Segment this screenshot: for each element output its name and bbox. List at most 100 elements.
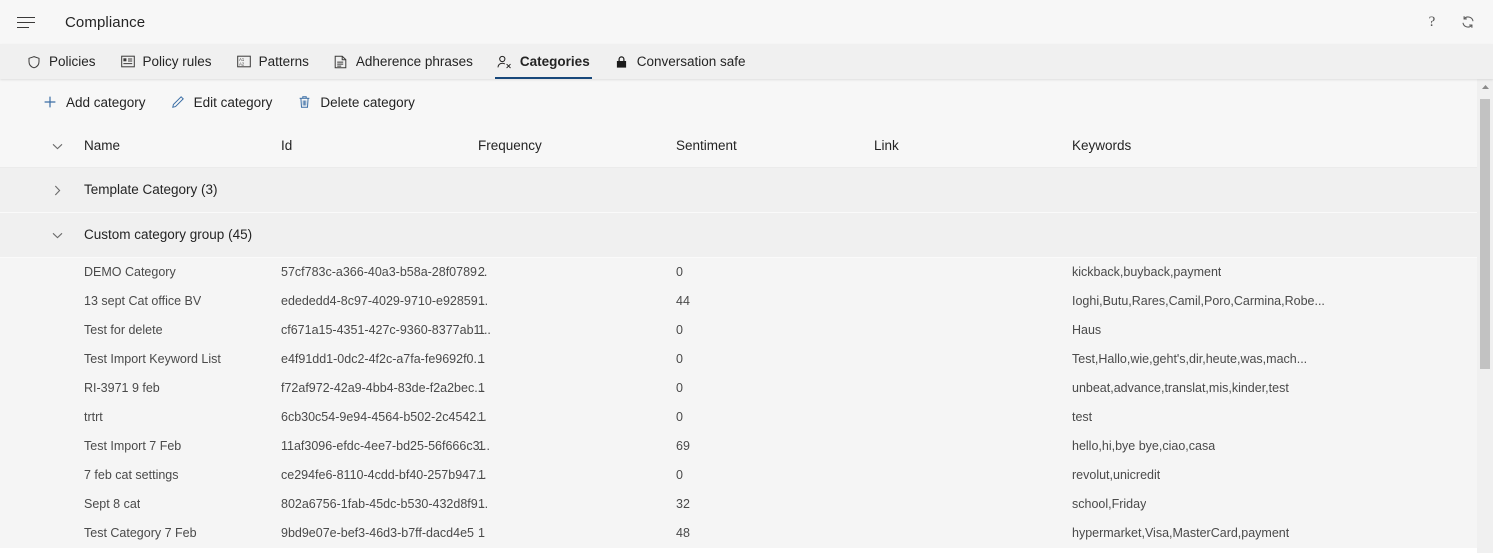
cell-name: RI-3971 9 feb xyxy=(84,381,160,395)
tab-policy-rules[interactable]: Policy rules xyxy=(108,44,224,79)
pencil-icon xyxy=(170,94,186,110)
table-row[interactable]: RI-3971 9 feb f72af972-42a9-4bb4-83de-f2a… xyxy=(0,374,1493,403)
table-row[interactable]: 7 feb cat settings ce294fe6-8110-4cdd-bf4… xyxy=(0,461,1493,490)
add-category-button[interactable]: Add category xyxy=(32,87,156,117)
help-icon[interactable]: ? xyxy=(1421,11,1443,33)
refresh-icon[interactable] xyxy=(1457,11,1479,33)
cell-frequency: 1 xyxy=(478,439,485,453)
cell-name: Test Import 7 Feb xyxy=(84,439,182,453)
page-title: Compliance xyxy=(65,13,146,31)
cell-frequency: 1 xyxy=(478,526,485,540)
cell-frequency: 1 xyxy=(478,468,485,482)
cell-keywords: unbeat,advance,translat,mis,kinder,test xyxy=(1072,381,1289,395)
svg-text:A2: A2 xyxy=(239,62,245,67)
cell-name: DEMO Category xyxy=(84,265,176,279)
cell-id: edededd4-8c97-4029-9710-e92859... xyxy=(281,294,489,308)
edit-category-label: Edit category xyxy=(193,94,273,110)
scrollbar-thumb[interactable] xyxy=(1480,99,1490,369)
add-category-label: Add category xyxy=(66,94,146,110)
hamburger-line xyxy=(17,21,35,23)
cell-sentiment: 0 xyxy=(676,265,683,279)
vertical-scrollbar[interactable] xyxy=(1477,79,1493,553)
cell-frequency: 1 xyxy=(478,497,485,511)
cell-sentiment: 44 xyxy=(676,294,690,308)
column-header-link[interactable]: Link xyxy=(874,125,899,167)
cell-keywords: Test,Hallo,wie,geht's,dir,heute,was,mach… xyxy=(1072,352,1308,366)
cell-name: 7 feb cat settings xyxy=(84,468,179,482)
table-row[interactable]: Test for delete cf671a15-4351-427c-9360-8… xyxy=(0,316,1493,345)
shield-icon xyxy=(26,54,42,70)
table-row[interactable]: Sept 8 cat 802a6756-1fab-45dc-b530-432d8f… xyxy=(0,490,1493,519)
cell-frequency: 1 xyxy=(478,410,485,424)
cell-frequency: 1 xyxy=(478,352,485,366)
cell-id: e4f91dd1-0dc2-4f2c-a7fa-fe9692f0... xyxy=(281,352,484,366)
tab-categories[interactable]: Categories xyxy=(485,44,602,79)
cell-sentiment: 0 xyxy=(676,352,683,366)
cell-name: trtrt xyxy=(84,410,103,424)
cell-sentiment: 0 xyxy=(676,381,683,395)
tab-patterns[interactable]: A1 A2 Patterns xyxy=(224,44,321,79)
cell-sentiment: 69 xyxy=(676,439,690,453)
table-header-row: Name Id Frequency Sentiment Link Keyword… xyxy=(0,125,1493,168)
cell-id: f72af972-42a9-4bb4-83de-f2a2bec... xyxy=(281,381,485,395)
cell-frequency: 1 xyxy=(478,323,485,337)
table-row[interactable]: Test Import Keyword List e4f91dd1-0dc2-4f… xyxy=(0,345,1493,374)
cell-sentiment: 0 xyxy=(676,468,683,482)
column-header-name[interactable]: Name xyxy=(84,125,120,167)
hamburger-line xyxy=(17,16,35,18)
cell-keywords: school,Friday xyxy=(1072,497,1147,511)
cell-id: 57cf783c-a366-40a3-b58a-28f0789... xyxy=(281,265,488,279)
cell-name: 13 sept Cat office BV xyxy=(84,294,202,308)
cell-id: 9bd9e07e-bef3-46d3-b7ff-dacd4e5 xyxy=(281,526,474,540)
trash-icon xyxy=(296,94,312,110)
column-header-frequency[interactable]: Frequency xyxy=(478,125,542,167)
group-row-template-category[interactable]: Template Category (3) xyxy=(0,168,1493,213)
chevron-down-icon[interactable] xyxy=(48,213,66,257)
cell-keywords: hello,hi,bye bye,ciao,casa xyxy=(1072,439,1216,453)
tab-label: Policy rules xyxy=(142,54,212,69)
tab-label: Conversation safe xyxy=(636,54,746,69)
hamburger-icon[interactable] xyxy=(17,12,37,32)
table-row[interactable]: Test Import 7 Feb 11af3096-efdc-4ee7-bd25… xyxy=(0,432,1493,461)
header-actions: ? xyxy=(1421,0,1479,44)
column-header-sentiment[interactable]: Sentiment xyxy=(676,125,737,167)
cell-name: Sept 8 cat xyxy=(84,497,141,511)
command-bar: Add category Edit category Delete catego… xyxy=(0,79,1493,125)
table-row[interactable]: Test Category 7 Feb 9bd9e07e-bef3-46d3-b7… xyxy=(0,519,1493,548)
chevron-down-icon[interactable] xyxy=(48,125,66,167)
hamburger-line xyxy=(17,26,29,28)
cell-name: Test for delete xyxy=(84,323,163,337)
table-row[interactable]: DEMO Category 57cf783c-a366-40a3-b58a-28f… xyxy=(0,258,1493,287)
cell-keywords: Haus xyxy=(1072,323,1102,337)
list-card-icon xyxy=(120,54,136,70)
edit-category-button[interactable]: Edit category xyxy=(160,87,283,117)
cell-sentiment: 48 xyxy=(676,526,690,540)
table-row[interactable]: 13 sept Cat office BV edededd4-8c97-4029-… xyxy=(0,287,1493,316)
tab-label: Policies xyxy=(49,54,96,69)
tab-adherence-phrases[interactable]: Adherence phrases xyxy=(321,44,485,79)
caret-up-icon[interactable] xyxy=(1477,79,1493,95)
chevron-right-icon[interactable] xyxy=(48,168,66,212)
column-header-id[interactable]: Id xyxy=(281,125,292,167)
delete-category-button[interactable]: Delete category xyxy=(286,87,425,117)
app-header: Compliance ? xyxy=(0,0,1493,44)
cell-keywords: revolut,unicredit xyxy=(1072,468,1161,482)
table-row[interactable]: trtrt 6cb30c54-9e94-4564-b502-2c4542... 1 0… xyxy=(0,403,1493,432)
column-header-keywords[interactable]: Keywords xyxy=(1072,125,1131,167)
group-row-custom-category-group[interactable]: Custom category group (45) xyxy=(0,213,1493,258)
group-label: Custom category group (45) xyxy=(84,227,253,242)
cell-keywords: hypermarket,Visa,MasterCard,payment xyxy=(1072,526,1290,540)
cell-name: Test Import Keyword List xyxy=(84,352,221,366)
cell-id: cf671a15-4351-427c-9360-8377ab1... xyxy=(281,323,491,337)
cell-sentiment: 0 xyxy=(676,410,683,424)
lock-icon xyxy=(614,54,630,70)
cell-id: 802a6756-1fab-45dc-b530-432d8f9... xyxy=(281,497,489,511)
cell-sentiment: 0 xyxy=(676,323,683,337)
table-body: DEMO Category 57cf783c-a366-40a3-b58a-28f… xyxy=(0,258,1493,548)
delete-category-label: Delete category xyxy=(320,94,415,110)
tab-conversation-safe[interactable]: Conversation safe xyxy=(602,44,758,79)
cell-keywords: kickback,buyback,payment xyxy=(1072,265,1222,279)
plus-icon xyxy=(42,94,58,110)
tab-policies[interactable]: Policies xyxy=(14,44,108,79)
tabbar: Policies Policy rules A1 A2 Patterns Adh… xyxy=(0,44,1493,79)
